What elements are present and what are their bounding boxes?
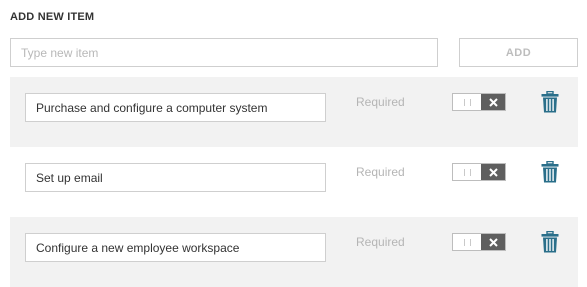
- x-icon: [481, 164, 505, 180]
- item-text-field[interactable]: [25, 163, 326, 192]
- x-icon: [481, 94, 505, 110]
- trash-icon[interactable]: [541, 91, 559, 113]
- required-label: Required: [356, 95, 405, 109]
- x-icon: [481, 234, 505, 250]
- toggle-handle: [453, 94, 481, 110]
- trash-icon[interactable]: [541, 161, 559, 183]
- item-text-field[interactable]: [25, 93, 326, 122]
- add-button[interactable]: ADD: [459, 38, 578, 67]
- toggle-handle: [453, 164, 481, 180]
- trash-icon[interactable]: [541, 231, 559, 253]
- new-item-input[interactable]: [10, 38, 438, 67]
- toggle-handle: [453, 234, 481, 250]
- list-item: Required: [10, 217, 578, 287]
- item-text-field[interactable]: [25, 233, 326, 262]
- required-toggle[interactable]: [452, 233, 506, 251]
- required-toggle[interactable]: [452, 93, 506, 111]
- required-label: Required: [356, 235, 405, 249]
- section-title: ADD NEW ITEM: [10, 11, 95, 23]
- list-item: Required: [10, 77, 578, 147]
- list-item: Required: [10, 147, 578, 217]
- required-toggle[interactable]: [452, 163, 506, 181]
- required-label: Required: [356, 165, 405, 179]
